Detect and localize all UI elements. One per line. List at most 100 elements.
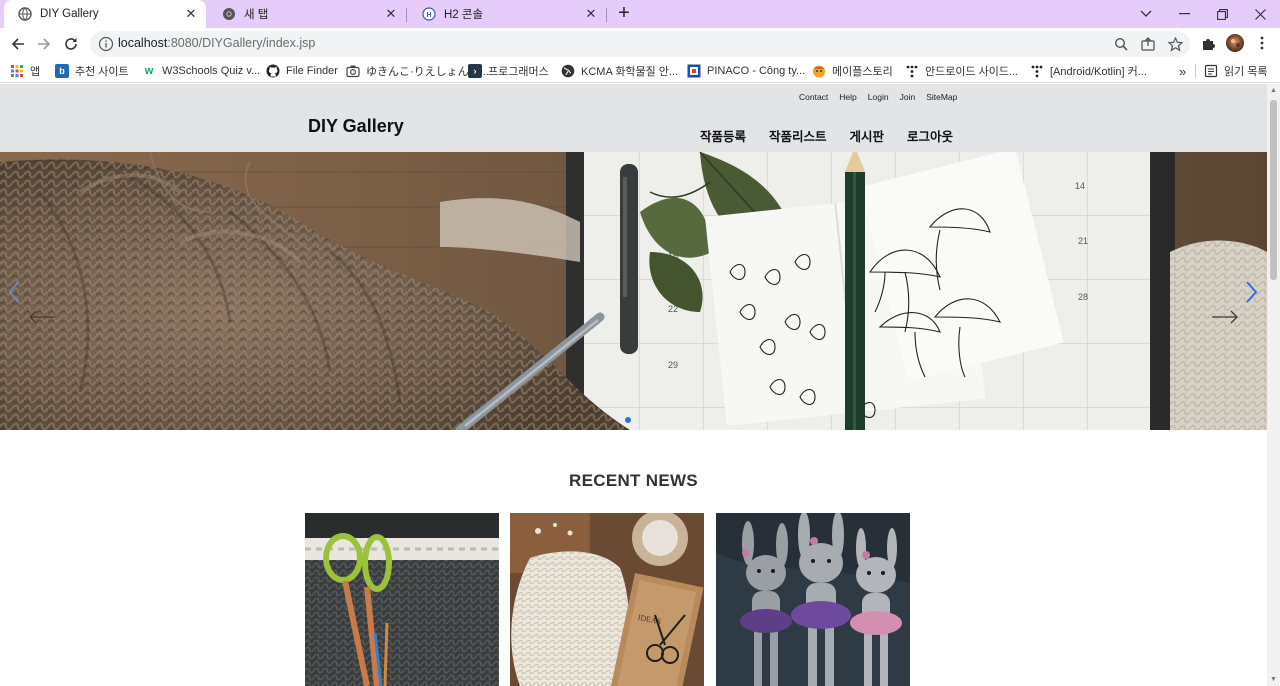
url-text: localhost:8080/DIYGallery/index.jsp <box>118 36 315 50</box>
avatar[interactable] <box>1225 33 1245 53</box>
restore-icon[interactable] <box>1203 0 1241 28</box>
bookmark-label: 앱 <box>30 66 41 78</box>
forward-arrow-icon[interactable] <box>32 32 56 56</box>
svg-text:21: 21 <box>1078 236 1088 246</box>
news-card-image[interactable] <box>716 513 910 686</box>
crochet-bunnies-image <box>716 513 910 686</box>
bookmarks-overflow-chevron[interactable]: » <box>1179 62 1186 80</box>
tab-diy-gallery[interactable]: DIY Gallery ✕ <box>4 0 206 28</box>
browser-toolbar: localhost:8080/DIYGallery/index.jsp <box>0 28 1280 59</box>
help-link[interactable]: Help <box>839 92 856 102</box>
reading-list-label: 읽기 목록 <box>1224 66 1268 78</box>
tab-title: 새 탭 <box>244 9 269 21</box>
bookmark-programmers[interactable]: › 프로그래머스 <box>468 62 549 80</box>
site-header: Contact Help Login Join SiteMap DIY Gall… <box>0 84 1267 152</box>
join-link[interactable]: Join <box>900 92 916 102</box>
info-icon[interactable] <box>98 36 114 52</box>
bookmark-divider <box>1195 64 1196 78</box>
bookmark-file-finder[interactable]: File Finder <box>266 62 338 80</box>
sitemap-link[interactable]: SiteMap <box>926 92 957 102</box>
tab-title: DIY Gallery <box>40 8 99 20</box>
minimize-icon[interactable] <box>1165 0 1203 28</box>
kebab-menu-icon[interactable] <box>1252 33 1272 53</box>
dots-icon <box>1031 65 1043 78</box>
tab-search-icon[interactable] <box>1127 0 1165 28</box>
svg-text:28: 28 <box>1078 292 1088 302</box>
scissors-yarn-image <box>305 513 499 686</box>
apps-grid-icon <box>11 65 23 77</box>
nav-board[interactable]: 게시판 <box>850 126 885 145</box>
bookmark-recommended[interactable]: b 추천 사이트 <box>55 62 129 80</box>
bookmark-label: 메이플스토리 <box>832 66 893 78</box>
scroll-up-arrow-icon[interactable]: ▲ <box>1269 87 1278 94</box>
tab-new-tab[interactable]: 새 탭 ✕ <box>208 0 406 28</box>
chrome-icon <box>223 8 235 20</box>
bookmark-star-icon[interactable] <box>1166 35 1184 53</box>
extensions-puzzle-icon[interactable] <box>1198 33 1218 53</box>
bookmark-label: W3Schools Quiz v... <box>162 65 261 77</box>
globe-icon <box>561 64 575 78</box>
svg-text:H: H <box>426 12 431 19</box>
scroll-down-arrow-icon[interactable]: ▼ <box>1269 676 1278 683</box>
h2-icon: H <box>422 7 436 21</box>
bookmark-maplestory[interactable]: 메이플스토리 <box>812 62 893 80</box>
close-icon[interactable]: ✕ <box>584 6 598 22</box>
hero-image: 121314 2021 28222915 <box>0 152 1267 430</box>
site-logo[interactable]: DIY Gallery <box>308 116 404 137</box>
tab-strip: DIY Gallery ✕ 새 탭 ✕ H H2 콘솔 ✕ + <box>0 0 1280 28</box>
zoom-icon[interactable] <box>1112 35 1130 53</box>
address-bar[interactable]: localhost:8080/DIYGallery/index.jsp <box>90 31 1190 57</box>
overflow-label: » <box>1179 63 1187 79</box>
new-tab-button[interactable]: + <box>612 2 636 26</box>
pinaco-icon <box>687 64 701 78</box>
dots-icon <box>906 65 918 78</box>
bookmark-label: 프로그래머스 <box>488 66 549 78</box>
bookmark-label: [Android/Kotlin] 커... <box>1050 66 1147 78</box>
scrollbar-thumb[interactable] <box>1270 100 1277 280</box>
tab-separator <box>606 8 607 22</box>
section-title: RECENT NEWS <box>569 471 698 490</box>
knitted-bag-image: IDEAS <box>510 513 704 686</box>
close-icon[interactable]: ✕ <box>384 6 398 22</box>
bookmark-android-kotlin[interactable]: [Android/Kotlin] 커... <box>1030 62 1147 80</box>
close-window-icon[interactable] <box>1241 0 1279 28</box>
bookmark-label: KCMA 화학물질 안... <box>581 66 679 78</box>
bookmark-kcma[interactable]: KCMA 화학물질 안... <box>561 62 678 80</box>
w3schools-icon: w <box>144 65 154 77</box>
hero-carousel: 121314 2021 28222915 <box>0 152 1267 430</box>
bookmark-android-side[interactable]: 안드로이드 사이드... <box>905 62 1018 80</box>
nav-work-list[interactable]: 작품리스트 <box>769 126 827 145</box>
close-icon[interactable]: ✕ <box>184 6 198 22</box>
nav-logout[interactable]: 로그아웃 <box>907 126 953 145</box>
nav-register-work[interactable]: 작품등록 <box>700 126 746 145</box>
bookmarks-bar: 앱 b 추천 사이트 w W3Schools Quiz v... File Fi… <box>0 59 1280 83</box>
reload-icon[interactable] <box>59 32 83 56</box>
bookmark-label: PINACO - Công ty... <box>707 65 806 77</box>
bing-icon: b <box>55 64 69 78</box>
programmers-icon: › <box>468 64 482 78</box>
news-card-image[interactable] <box>305 513 499 686</box>
page-scrollbar[interactable]: ▲ ▼ <box>1267 84 1280 686</box>
bookmark-w3schools[interactable]: w W3Schools Quiz v... <box>142 62 261 80</box>
bookmark-label: File Finder <box>286 65 338 77</box>
svg-text:29: 29 <box>668 360 678 370</box>
svg-text:14: 14 <box>1075 181 1085 191</box>
reading-list-button[interactable]: 읽기 목록 <box>1204 62 1268 80</box>
carousel-indicator[interactable] <box>625 417 631 423</box>
share-icon[interactable] <box>1139 35 1157 53</box>
login-link[interactable]: Login <box>868 92 889 102</box>
reading-list-icon <box>1204 64 1218 78</box>
contact-link[interactable]: Contact <box>799 92 828 102</box>
main-nav: 작품등록 작품리스트 게시판 로그아웃 <box>700 126 953 145</box>
github-icon <box>266 64 280 78</box>
bookmark-pinaco[interactable]: PINACO - Công ty... <box>687 62 805 80</box>
maplestory-icon <box>813 65 825 78</box>
url-path: :8080/DIYGallery/index.jsp <box>167 36 316 50</box>
bookmark-apps[interactable]: 앱 <box>10 62 40 80</box>
bookmark-label: 안드로이드 사이드... <box>925 66 1019 78</box>
tab-h2-console[interactable]: H H2 콘솔 ✕ <box>408 0 606 28</box>
news-card-image[interactable]: IDEAS <box>510 513 704 686</box>
back-arrow-icon[interactable] <box>6 32 30 56</box>
globe-icon <box>18 7 32 21</box>
url-host: localhost <box>118 36 168 50</box>
